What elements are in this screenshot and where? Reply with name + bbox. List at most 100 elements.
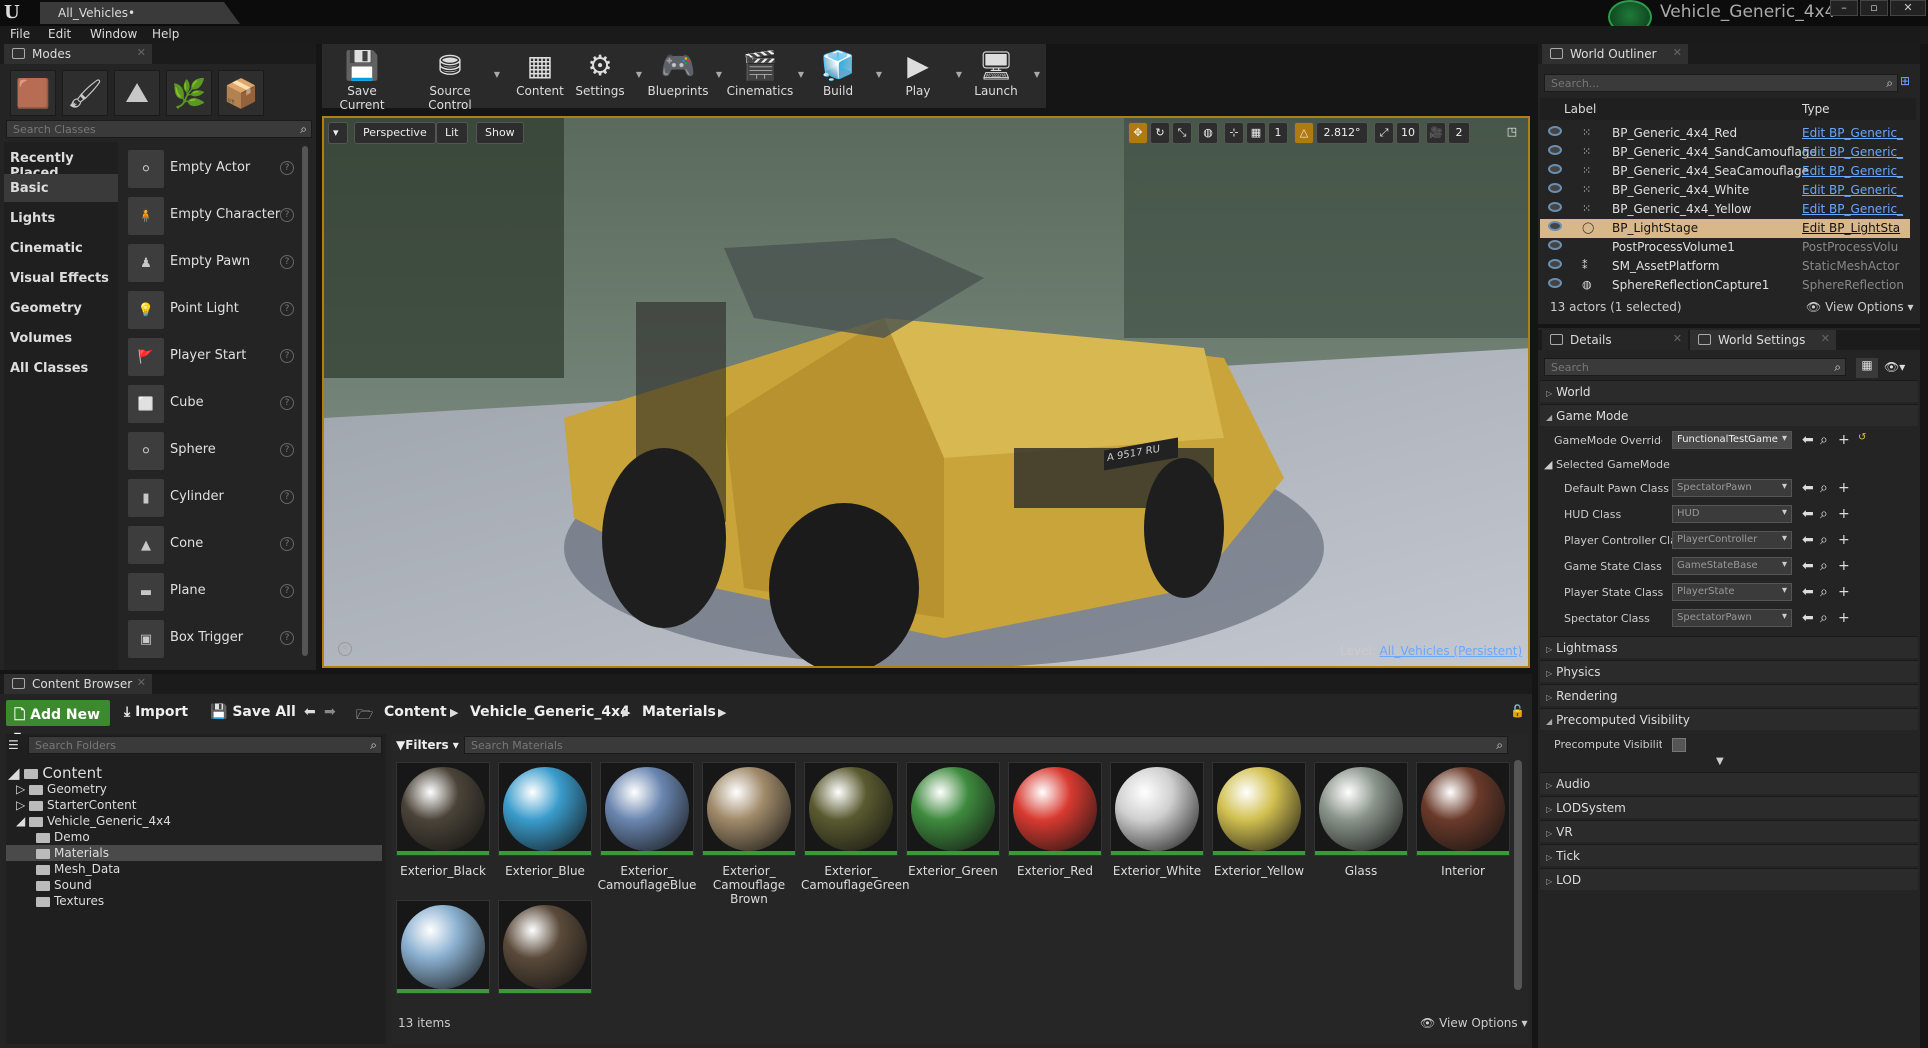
lit-button[interactable]: Lit xyxy=(436,122,468,144)
material-asset-tile[interactable] xyxy=(396,762,490,856)
visibility-eye-icon[interactable] xyxy=(1548,126,1562,136)
actor-plane[interactable]: ▬ Plane? xyxy=(124,569,300,615)
search-icon[interactable]: ⌕ xyxy=(1820,584,1828,600)
scale-snap-value[interactable]: 10 xyxy=(1396,122,1420,144)
visibility-eye-icon[interactable] xyxy=(1548,145,1562,155)
search-folders-input[interactable]: Search Folders ⌕ xyxy=(28,736,382,754)
actor-cylinder[interactable]: ▮ Cylinder? xyxy=(124,475,300,521)
property-dropdown[interactable]: PlayerController xyxy=(1672,531,1792,549)
chevron-down-icon[interactable]: ▼ xyxy=(494,70,500,79)
selected-gamemode-header[interactable]: ◢ Selected GameMode xyxy=(1544,458,1670,471)
camera-speed-value[interactable]: 2 xyxy=(1448,122,1470,144)
search-icon[interactable]: ⌕ xyxy=(1820,506,1828,522)
outliner-row[interactable]: ⁙ BP_Generic_4x4_SandCamouflage Edit BP_Ge… xyxy=(1540,143,1910,162)
close-icon[interactable]: ✕ xyxy=(1673,46,1682,59)
rotation-snap-icon[interactable]: △ xyxy=(1294,122,1314,144)
modes-tab[interactable]: Modes ✕ xyxy=(4,44,152,64)
path-separator-icon[interactable]: ▶ xyxy=(622,706,630,719)
back-arrow-icon[interactable]: ⬅ xyxy=(1802,506,1814,522)
close-icon[interactable]: ✕ xyxy=(1673,332,1682,345)
category-volumes[interactable]: Volumes xyxy=(4,324,118,352)
material-asset-tile[interactable] xyxy=(804,762,898,856)
asset-view-options[interactable]: 👁 View Options ▾ xyxy=(1420,1016,1528,1030)
search-icon[interactable]: ⌕ xyxy=(1820,558,1828,574)
actor-box-trigger[interactable]: ▣ Box Trigger? xyxy=(124,616,300,662)
visibility-eye-icon[interactable] xyxy=(1548,221,1562,231)
lock-icon[interactable]: 🔓 xyxy=(1510,704,1525,718)
actor-empty-pawn[interactable]: ♟ Empty Pawn? xyxy=(124,240,300,286)
actor-empty-actor[interactable]: ⚪ Empty Actor? xyxy=(124,146,300,192)
outliner-search-input[interactable]: Search... ⌕ xyxy=(1544,74,1898,92)
actor-type-link[interactable]: Edit BP_Generic_ xyxy=(1802,126,1907,140)
search-icon[interactable]: ⌕ xyxy=(1820,480,1828,496)
category-basic[interactable]: Basic xyxy=(4,174,118,202)
category-cinematic[interactable]: Cinematic xyxy=(4,234,118,262)
material-asset-tile[interactable] xyxy=(906,762,1000,856)
translate-tool-icon[interactable]: ✥ xyxy=(1128,122,1148,144)
visibility-eye-icon[interactable] xyxy=(1548,259,1562,269)
add-new-button[interactable]: 🗋 Add New ▾ xyxy=(6,700,110,744)
section-vr[interactable]: ▷ VR xyxy=(1540,820,1918,842)
material-asset-tile[interactable] xyxy=(1008,762,1102,856)
add-icon[interactable]: + xyxy=(1838,432,1850,448)
section-physics[interactable]: ▷ Physics xyxy=(1540,660,1918,682)
help-icon[interactable]: ? xyxy=(280,255,294,269)
section-lightmass[interactable]: ▷ Lightmass xyxy=(1540,636,1918,658)
add-icon[interactable]: + xyxy=(1838,558,1850,574)
section-lodsystem[interactable]: ▷ LODSystem xyxy=(1540,796,1918,818)
property-dropdown[interactable]: GameStateBase xyxy=(1672,557,1792,575)
level-tab[interactable]: All_Vehicles• xyxy=(40,2,240,24)
grid-snap-icon[interactable]: ▦ xyxy=(1246,122,1266,144)
add-icon[interactable]: + xyxy=(1838,610,1850,626)
rotate-tool-icon[interactable]: ↻ xyxy=(1150,122,1170,144)
help-icon[interactable]: ? xyxy=(280,631,294,645)
paint-mode-icon[interactable]: 🖌 xyxy=(62,70,108,116)
play-button[interactable]: ▶ Play ▼ xyxy=(880,48,962,104)
asset-view-scrollbar[interactable] xyxy=(1514,760,1522,990)
type-column-header[interactable]: Type xyxy=(1802,102,1830,116)
actor-point-light[interactable]: 💡 Point Light? xyxy=(124,287,300,333)
actor-sphere[interactable]: ⚪ Sphere? xyxy=(124,428,300,474)
category-lights[interactable]: Lights xyxy=(4,204,118,232)
back-arrow-icon[interactable]: ⬅ xyxy=(1802,610,1814,626)
help-icon[interactable]: ? xyxy=(280,490,294,504)
create-folder-icon[interactable]: ⊞ xyxy=(1900,74,1910,88)
property-dropdown[interactable]: SpectatorPawn xyxy=(1672,609,1792,627)
details-tab[interactable]: Details ✕ xyxy=(1542,330,1688,350)
actor-type-link[interactable]: Edit BP_Generic_ xyxy=(1802,164,1907,178)
outliner-row[interactable]: ◍ SphereReflectionCapture1 SphereReflectio… xyxy=(1540,276,1910,295)
cinematics-button[interactable]: 🎬 Cinematics ▼ xyxy=(722,48,804,104)
outliner-row[interactable]: ⁙ BP_Generic_4x4_SeaCamouflage Edit BP_Gen… xyxy=(1540,162,1910,181)
material-asset-tile[interactable] xyxy=(600,762,694,856)
back-arrow-icon[interactable]: ⬅ xyxy=(1802,558,1814,574)
sources-toggle-icon[interactable]: ☰ xyxy=(8,738,19,752)
level-viewport[interactable]: ▾ Perspective Lit Show ✥ ↻ ⤡ ◍ ⊹ ▦ 1 △ 2… xyxy=(322,116,1530,668)
outliner-row-selected[interactable]: ◯ BP_LightStage Edit BP_LightSta xyxy=(1540,219,1910,238)
material-asset-tile[interactable] xyxy=(1416,762,1510,856)
import-button[interactable]: ⤓ Import xyxy=(124,704,188,720)
property-dropdown[interactable]: SpectatorPawn xyxy=(1672,479,1792,497)
modes-scrollbar[interactable] xyxy=(302,146,308,656)
path-separator-icon[interactable]: ▶ xyxy=(450,706,458,719)
section-audio[interactable]: ▷ Audio xyxy=(1540,772,1918,794)
actor-type-link[interactable]: Edit BP_LightSta xyxy=(1802,221,1907,235)
details-search-input[interactable]: Search ⌕ xyxy=(1544,358,1846,376)
visibility-eye-icon[interactable] xyxy=(1548,183,1562,193)
visibility-eye-icon[interactable] xyxy=(1548,202,1562,212)
chevron-down-icon[interactable]: ▼ xyxy=(1034,70,1040,79)
category-all-classes[interactable]: All Classes xyxy=(4,354,118,382)
help-icon[interactable]: ? xyxy=(280,443,294,457)
search-classes-input[interactable]: Search Classes ⌕ xyxy=(6,120,312,138)
actor-empty-character[interactable]: 🧍 Empty Character? xyxy=(124,193,300,239)
category-geometry[interactable]: Geometry xyxy=(4,294,118,322)
search-icon[interactable]: ⌕ xyxy=(1820,610,1828,626)
close-icon[interactable]: ✕ xyxy=(137,46,146,59)
actor-cone[interactable]: ▲ Cone? xyxy=(124,522,300,568)
actor-type-link[interactable]: Edit BP_Generic_ xyxy=(1802,202,1907,216)
actor-cube[interactable]: ⬜ Cube? xyxy=(124,381,300,427)
back-arrow-icon[interactable]: ⬅ xyxy=(304,704,316,720)
menu-file[interactable]: File xyxy=(10,27,30,41)
material-asset-tile[interactable] xyxy=(1212,762,1306,856)
help-icon[interactable]: ? xyxy=(280,537,294,551)
material-asset-tile[interactable] xyxy=(498,762,592,856)
